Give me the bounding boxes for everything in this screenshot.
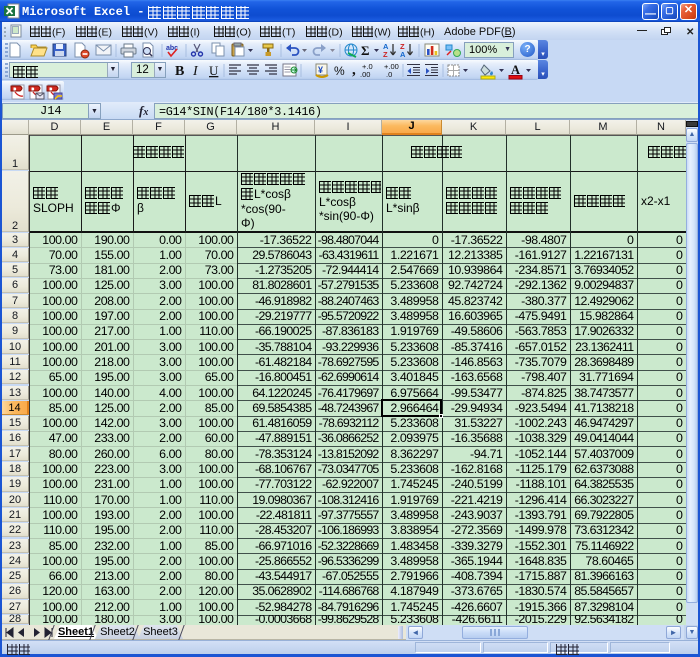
svg-text:¥: ¥: [318, 65, 323, 75]
svg-text:Σ: Σ: [361, 43, 370, 58]
svg-text:,: ,: [352, 62, 356, 78]
svg-text:.0: .0: [386, 70, 392, 79]
svg-text:I: I: [192, 64, 199, 79]
svg-text:A: A: [511, 63, 520, 77]
svg-text:.00: .00: [360, 70, 370, 79]
svg-text:Z: Z: [383, 50, 388, 59]
svg-text:U: U: [209, 63, 219, 78]
svg-text:B: B: [175, 64, 184, 79]
svg-text:A: A: [400, 50, 406, 59]
svg-text:%: %: [334, 64, 345, 78]
